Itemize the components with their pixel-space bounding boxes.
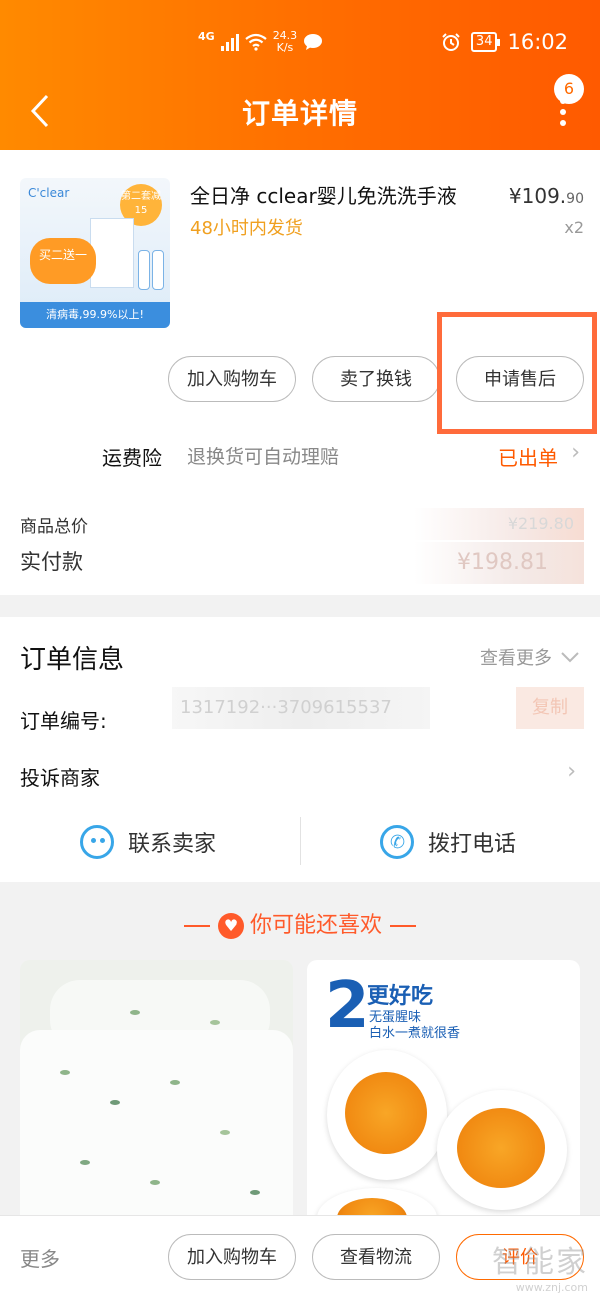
product-image[interactable]: C'clear 第二套减15 买二送一 清病毒,99.9%以上!	[20, 178, 170, 328]
chevron-right-icon[interactable]: ›	[567, 759, 576, 784]
divider	[390, 925, 416, 927]
order-number-value: 1317192···3709615537	[172, 687, 430, 729]
divider	[300, 817, 301, 865]
highlight-box	[437, 312, 597, 434]
nav-bar: 订单详情 6	[0, 74, 600, 140]
product-logo: C'clear	[28, 186, 70, 200]
message-icon	[304, 34, 323, 50]
status-center: 4G 24.3 K/s	[198, 30, 323, 54]
alarm-icon	[442, 33, 460, 51]
recommend-item-bedding[interactable]	[20, 960, 293, 1220]
leaf-pattern	[60, 1070, 70, 1075]
speed-unit: K/s	[276, 41, 294, 54]
total-price-value: ¥219.80	[414, 508, 584, 540]
shipping-insurance-desc: 退换货可自动理赔	[187, 446, 340, 468]
call-phone-label: 拨打电话	[428, 832, 517, 857]
status-right: 34 16:02	[441, 30, 568, 54]
network-type: 4G	[198, 29, 215, 43]
network-speed: 24.3 K/s	[273, 30, 298, 54]
paid-amount-value: ¥198.81	[414, 542, 584, 584]
chat-face-icon	[80, 825, 114, 859]
heart-icon: ♥	[217, 913, 244, 939]
phone-icon: ✆	[380, 825, 414, 859]
yolk-shape	[457, 1108, 545, 1188]
clock: 16:02	[507, 30, 568, 54]
recommend-title-text: 你可能还喜欢	[249, 913, 382, 938]
complain-merchant[interactable]: 投诉商家	[20, 762, 100, 791]
yolk-shape	[345, 1072, 427, 1154]
order-info-title: 订单信息	[20, 645, 125, 675]
sell-for-cash-button[interactable]: 卖了换钱	[312, 356, 440, 402]
leaf-pattern	[220, 1130, 230, 1135]
total-price-label: 商品总价	[20, 517, 88, 537]
leaf-pattern	[130, 1010, 140, 1015]
order-info-card: 订单信息 查看更多 订单编号: 1317192···3709615537 复制 …	[0, 617, 600, 882]
insurance-status[interactable]: 已出单	[498, 442, 558, 471]
contact-seller-button[interactable]: 联系卖家	[80, 817, 216, 867]
product-quantity: x2	[564, 218, 584, 237]
product-strip: 清病毒,99.9%以上!	[20, 302, 170, 328]
product-box	[90, 218, 134, 288]
copy-button[interactable]: 复制	[516, 687, 584, 729]
wifi-icon	[245, 33, 267, 51]
view-more-link[interactable]: 查看更多	[480, 644, 552, 670]
leaf-pattern	[170, 1080, 180, 1085]
recommend-item-eggs[interactable]: 2 更好吃 无蛋腥味 白水一煮就很香	[307, 960, 580, 1220]
promo-subtitle-1: 无蛋腥味	[369, 1010, 422, 1025]
view-logistics-button[interactable]: 查看物流	[312, 1234, 440, 1280]
leaf-pattern	[150, 1180, 160, 1185]
leaf-pattern	[250, 1190, 260, 1195]
product-bottle	[138, 250, 150, 290]
product-price: ¥109.90	[509, 184, 584, 208]
recommend-title: ♥ 你可能还喜欢	[0, 907, 600, 939]
status-bar: 4G 24.3 K/s 34 16:02	[0, 28, 600, 62]
promo-blob: 买二送一	[30, 238, 96, 284]
product-bottle	[152, 250, 164, 290]
notification-badge: 6	[554, 74, 584, 104]
divider	[183, 925, 210, 927]
promo-subtitle: 无蛋腥味 白水一煮就很香	[369, 1010, 460, 1042]
more-button[interactable]: 更多	[20, 1243, 60, 1272]
price-decimal: 90	[566, 191, 584, 207]
bottom-action-bar: 更多 加入购物车 查看物流 评价 智能家 www.znj.com	[0, 1215, 600, 1300]
bottom-add-to-cart-button[interactable]: 加入购物车	[168, 1234, 296, 1280]
promo-subtitle-2: 白水一煮就很香	[369, 1026, 461, 1041]
chevron-right-icon[interactable]: ›	[571, 440, 580, 465]
contact-seller-label: 联系卖家	[128, 832, 217, 857]
add-to-cart-button[interactable]: 加入购物车	[168, 356, 296, 402]
leaf-pattern	[210, 1020, 220, 1025]
leaf-pattern	[110, 1100, 120, 1105]
price-main: ¥109.	[508, 184, 567, 208]
signal-icon	[220, 33, 239, 51]
chevron-down-icon[interactable]	[560, 651, 580, 663]
battery-icon: 34	[470, 32, 500, 52]
watermark: 智能家 www.znj.com	[492, 1237, 588, 1294]
call-phone-button[interactable]: ✆ 拨打电话	[380, 817, 516, 867]
order-product-card: C'clear 第二套减15 买二送一 清病毒,99.9%以上! 全日净 ccl…	[0, 150, 600, 595]
watermark-url: www.znj.com	[515, 1281, 588, 1294]
watermark-text: 智能家	[492, 1245, 588, 1280]
paid-amount-label: 实付款	[20, 550, 83, 574]
leaf-pattern	[80, 1160, 90, 1165]
page-title: 订单详情	[241, 97, 358, 130]
header: 4G 24.3 K/s 34 16:02 订单详情 6	[0, 0, 600, 150]
promo-title: 更好吃	[367, 984, 434, 1009]
order-number-label: 订单编号:	[20, 709, 107, 733]
shipping-insurance-label: 运费险	[102, 446, 162, 470]
promo-number: 2	[325, 969, 370, 1043]
shipping-note: 48小时内发货	[190, 218, 303, 239]
product-title[interactable]: 全日净 cclear婴儿免洗洗手液	[190, 180, 457, 209]
